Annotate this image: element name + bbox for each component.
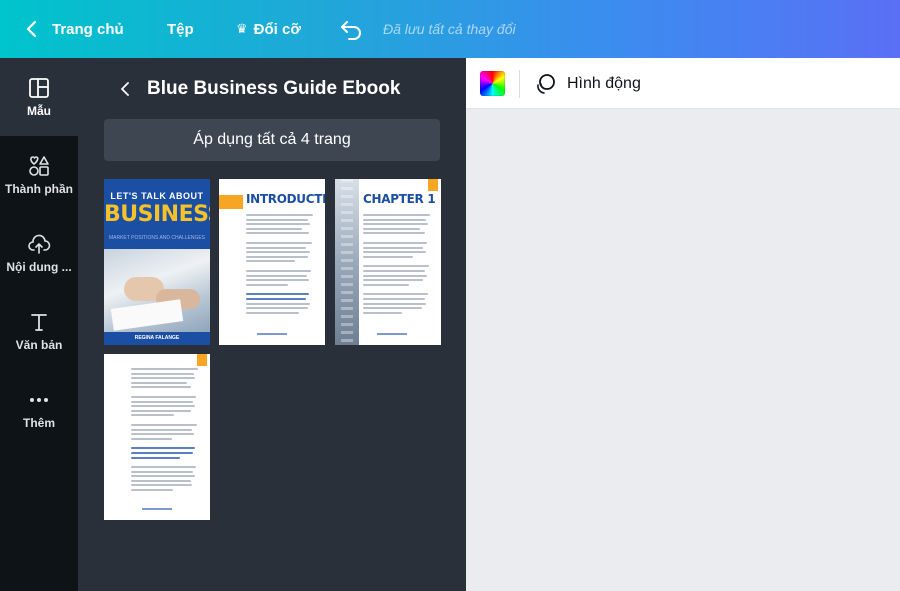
rail-label-uploads: Nội dung ... xyxy=(6,260,72,274)
cover-photo xyxy=(104,249,210,332)
template-page-thumbnail-3[interactable]: CHAPTER 1 xyxy=(335,179,441,345)
chevron-left-icon xyxy=(26,20,37,38)
template-page-thumbnail-4[interactable] xyxy=(104,354,210,520)
body-text-lines xyxy=(363,214,433,316)
toolbar-divider xyxy=(519,70,520,98)
file-menu-button[interactable]: Tệp xyxy=(167,0,194,58)
template-icon xyxy=(29,78,49,98)
page-footer xyxy=(142,508,172,510)
elements-icon xyxy=(29,156,49,176)
rail-item-more[interactable]: Thêm xyxy=(0,370,78,448)
body-text-lines xyxy=(246,214,316,316)
page-footer xyxy=(377,333,407,335)
home-label: Trang chủ xyxy=(52,20,124,38)
color-picker-button[interactable] xyxy=(480,71,505,96)
resize-label: Đổi cỡ xyxy=(253,20,301,38)
upload-icon xyxy=(28,234,51,254)
page-footer xyxy=(257,333,287,335)
page-heading: CHAPTER 1 xyxy=(363,192,436,206)
crown-icon: ♛ xyxy=(236,21,248,36)
template-page-thumbnail-2[interactable]: INTRODUCTION xyxy=(219,179,325,345)
cover-subtitle: MARKET POSITIONS AND CHALLENGES xyxy=(108,235,206,241)
page-heading: INTRODUCTION xyxy=(246,192,325,206)
rail-label-templates: Mẫu xyxy=(27,104,51,118)
rail-item-templates[interactable]: Mẫu xyxy=(0,58,78,136)
file-label: Tệp xyxy=(167,20,194,38)
page-corner-accent xyxy=(197,354,207,366)
more-icon xyxy=(30,398,48,402)
building-photo xyxy=(335,179,359,345)
page-corner-accent xyxy=(428,179,438,191)
resize-button[interactable]: ♛ Đổi cỡ xyxy=(236,0,301,58)
top-bar: Trang chủ Tệp ♛ Đổi cỡ Đã lưu tất cả tha… xyxy=(0,0,900,58)
side-rail: Mẫu Thành phần Nội dung ... Văn bản Thêm xyxy=(0,58,78,591)
animate-label: Hình động xyxy=(567,75,641,92)
cover-title: BUSINESS xyxy=(104,202,210,227)
panel-title: Blue Business Guide Ebook xyxy=(147,78,401,99)
cover-author: REGINA FALANGE xyxy=(104,332,210,345)
rail-label-text: Văn bản xyxy=(15,338,63,352)
animate-button[interactable]: Hình động xyxy=(533,70,641,98)
apply-all-pages-button[interactable]: Áp dụng tất cả 4 trang xyxy=(104,119,440,161)
back-chevron-icon[interactable] xyxy=(117,80,135,98)
rail-label-more: Thêm xyxy=(22,416,55,430)
rail-item-elements[interactable]: Thành phần xyxy=(0,136,78,214)
rail-item-text[interactable]: Văn bản xyxy=(0,292,78,370)
body-text-lines xyxy=(131,368,201,494)
home-button[interactable]: Trang chủ xyxy=(22,0,124,58)
panel-header: Blue Business Guide Ebook xyxy=(117,76,400,102)
rail-label-elements: Thành phần xyxy=(5,182,73,196)
cover-top-text: LET'S TALK ABOUT xyxy=(110,191,204,201)
template-page-thumbnail-1[interactable]: LET'S TALK ABOUT BUSINESS MARKET POSITIO… xyxy=(104,179,210,345)
text-icon xyxy=(31,314,47,331)
editor-toolbar xyxy=(466,58,900,109)
accent-bar xyxy=(219,195,243,209)
rail-item-uploads[interactable]: Nội dung ... xyxy=(0,214,78,292)
saved-status: Đã lưu tất cả thay đổi xyxy=(383,21,516,37)
editor-canvas-area[interactable] xyxy=(466,109,900,591)
undo-icon[interactable] xyxy=(339,17,363,41)
animate-icon xyxy=(537,74,555,94)
